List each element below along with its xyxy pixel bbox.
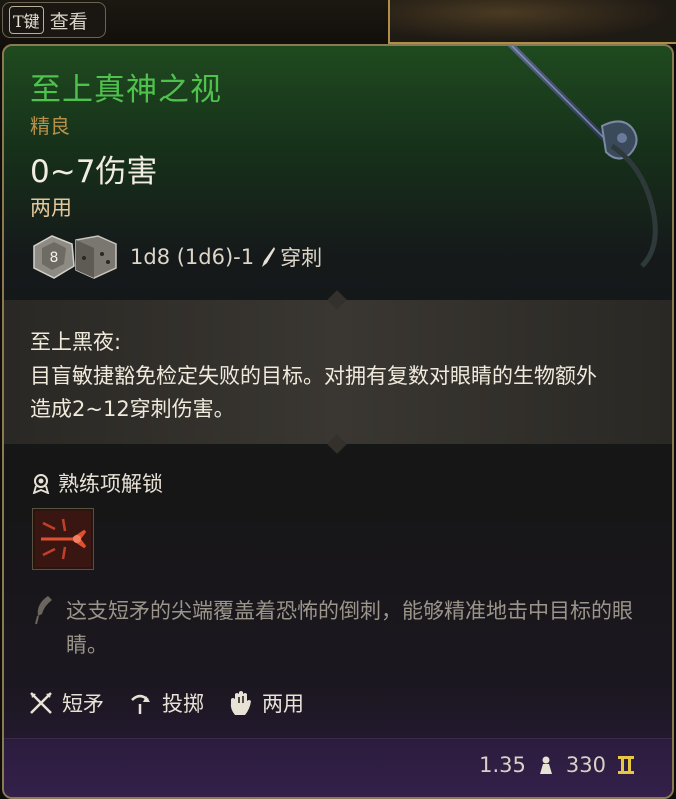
weapon-illustration bbox=[507, 46, 658, 268]
item-rarity: 精良 bbox=[30, 114, 70, 138]
examine-hint-button[interactable]: T键 查看 bbox=[2, 2, 106, 38]
item-tooltip: 至上真神之视 精良 0~7伤害 两用 8 1d8 (1d6)-1 穿刺 至上黑夜… bbox=[2, 44, 674, 799]
tag-throw[interactable]: 投掷 bbox=[128, 688, 204, 718]
tag-label: 短矛 bbox=[62, 692, 104, 716]
tag-spear[interactable]: 短矛 bbox=[28, 688, 104, 718]
item-footer: 1.35 330 bbox=[4, 738, 672, 797]
item-value: 330 bbox=[565, 753, 606, 777]
throw-icon bbox=[131, 694, 150, 714]
item-handedness: 两用 bbox=[30, 196, 72, 220]
damage-dice-row: 8 1d8 (1d6)-1 穿刺 bbox=[28, 232, 322, 282]
spear-icon bbox=[30, 692, 52, 714]
item-stats: 1.35 330 bbox=[479, 753, 636, 777]
gold-icon bbox=[618, 756, 634, 774]
dice-icon: 8 bbox=[33, 235, 117, 279]
flavor-text: 这支短矛的尖端覆盖着恐怖的倒刺，能够精准地击中目标的眼睛。 bbox=[66, 599, 633, 657]
proficiency-label: 熟练项解锁 bbox=[58, 472, 163, 496]
item-weight: 1.35 bbox=[479, 753, 526, 777]
spear-strike-icon bbox=[35, 511, 91, 567]
top-bar: T键 查看 bbox=[0, 0, 676, 46]
hand-icon bbox=[230, 691, 251, 715]
quill-icon bbox=[35, 596, 52, 625]
examine-label: 查看 bbox=[49, 10, 88, 33]
ability-name: 至上黑夜: bbox=[30, 330, 122, 354]
proficiency-icon bbox=[32, 474, 50, 494]
dice-formula: 1d8 (1d6)-1 bbox=[130, 245, 255, 269]
item-name: 至上真神之视 bbox=[30, 72, 222, 108]
dice-face-value: 8 bbox=[50, 250, 59, 266]
proficiency-heading: 熟练项解锁 bbox=[30, 468, 163, 498]
proficiency-action-icon[interactable] bbox=[32, 508, 94, 570]
weapon-tags: 短矛 投掷 两用 bbox=[28, 688, 328, 718]
pierce-icon bbox=[262, 247, 276, 267]
item-damage: 0~7伤害 bbox=[30, 154, 158, 190]
weight-icon bbox=[539, 756, 552, 774]
ability-description: 目盲敏捷豁免检定失败的目标。对拥有复数对眼睛的生物额外造成2~12穿刺伤害。 bbox=[30, 364, 597, 421]
tag-label: 投掷 bbox=[162, 692, 204, 716]
tag-label: 两用 bbox=[262, 692, 304, 716]
tag-versatile[interactable]: 两用 bbox=[228, 688, 304, 718]
ability-panel: 至上黑夜: 目盲敏捷豁免检定失败的目标。对拥有复数对眼睛的生物额外造成2~12穿… bbox=[4, 300, 672, 444]
damage-type: 穿刺 bbox=[280, 246, 323, 270]
examine-key-badge: T键 bbox=[9, 6, 44, 34]
background-panel bbox=[388, 0, 676, 44]
